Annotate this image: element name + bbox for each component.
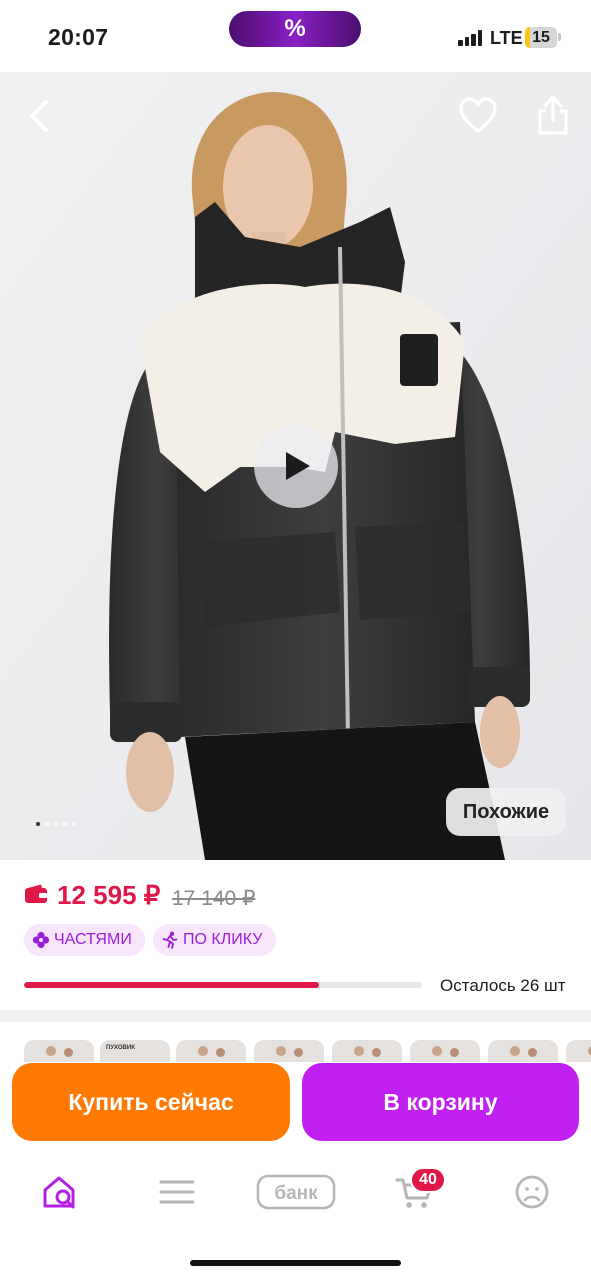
- home-indicator: [190, 1260, 401, 1266]
- current-price: 12 595 ₽: [57, 880, 161, 910]
- one-click-label: ПО КЛИКУ: [183, 931, 263, 948]
- cart-count-badge: 40: [410, 1167, 446, 1193]
- thumbnail[interactable]: [332, 1040, 402, 1062]
- thumbnail-label: ПУХОВИК: [106, 1045, 135, 1051]
- one-click-chip[interactable]: ПО КЛИКУ: [153, 924, 276, 956]
- play-icon: [286, 452, 310, 480]
- section-divider: [0, 1010, 591, 1022]
- installments-icon: [32, 931, 50, 949]
- pagination-dot: [45, 822, 49, 826]
- play-video-button[interactable]: [254, 424, 338, 508]
- pagination-dot: [72, 822, 76, 826]
- battery-icon: 15: [525, 27, 557, 48]
- catalog-icon[interactable]: [155, 1172, 199, 1212]
- battery-cap: [558, 33, 561, 41]
- pagination-dot: [36, 822, 40, 826]
- thumbnail[interactable]: [488, 1040, 558, 1062]
- status-bar: 20:07 % LTE 15: [0, 0, 591, 72]
- installments-chip[interactable]: ЧАСТЯМИ: [24, 924, 145, 956]
- bank-label: банк: [274, 1183, 318, 1204]
- signal-icon: [458, 30, 484, 46]
- stock-progress-bar: [24, 982, 422, 988]
- buy-now-button[interactable]: Купить сейчас: [12, 1063, 290, 1141]
- promo-symbol: %: [284, 15, 306, 42]
- pagination-dot: [54, 822, 58, 826]
- wallet-icon: [25, 884, 47, 903]
- stock-progress-fill: [24, 982, 319, 988]
- thumbnail[interactable]: [254, 1040, 324, 1062]
- running-person-icon: [162, 931, 178, 949]
- pagination-dot: [63, 822, 67, 826]
- thumbnail[interactable]: [566, 1040, 591, 1062]
- related-thumbnails: ПУХОВИК: [0, 1022, 591, 1062]
- bank-icon[interactable]: банк: [256, 1172, 336, 1212]
- back-arrow-icon[interactable]: [18, 94, 62, 138]
- stock-remaining: Осталось 26 шт: [440, 976, 566, 995]
- thumbnail[interactable]: [24, 1040, 94, 1062]
- home-search-icon[interactable]: [39, 1172, 83, 1212]
- status-time: 20:07: [48, 24, 109, 50]
- profile-icon[interactable]: [510, 1172, 554, 1212]
- old-price: 17 140 ₽: [172, 887, 256, 910]
- gallery-pagination: [36, 822, 76, 826]
- price-card: 12 595 ₽ 17 140 ₽ ЧАСТЯМИ ПО КЛИКУ Остал…: [0, 860, 591, 1010]
- similar-button[interactable]: Похожие: [446, 788, 566, 836]
- battery-level: 15: [532, 29, 550, 46]
- thumbnail[interactable]: ПУХОВИК: [100, 1040, 170, 1062]
- share-icon[interactable]: [531, 92, 575, 138]
- heart-icon[interactable]: [456, 94, 500, 138]
- thumbnail[interactable]: [176, 1040, 246, 1062]
- add-to-cart-button[interactable]: В корзину: [302, 1063, 579, 1141]
- network-type: LTE: [490, 28, 523, 48]
- promo-pill[interactable]: %: [229, 11, 361, 47]
- thumbnail[interactable]: [410, 1040, 480, 1062]
- installments-label: ЧАСТЯМИ: [54, 931, 132, 948]
- product-image-gallery[interactable]: Похожие: [0, 72, 591, 860]
